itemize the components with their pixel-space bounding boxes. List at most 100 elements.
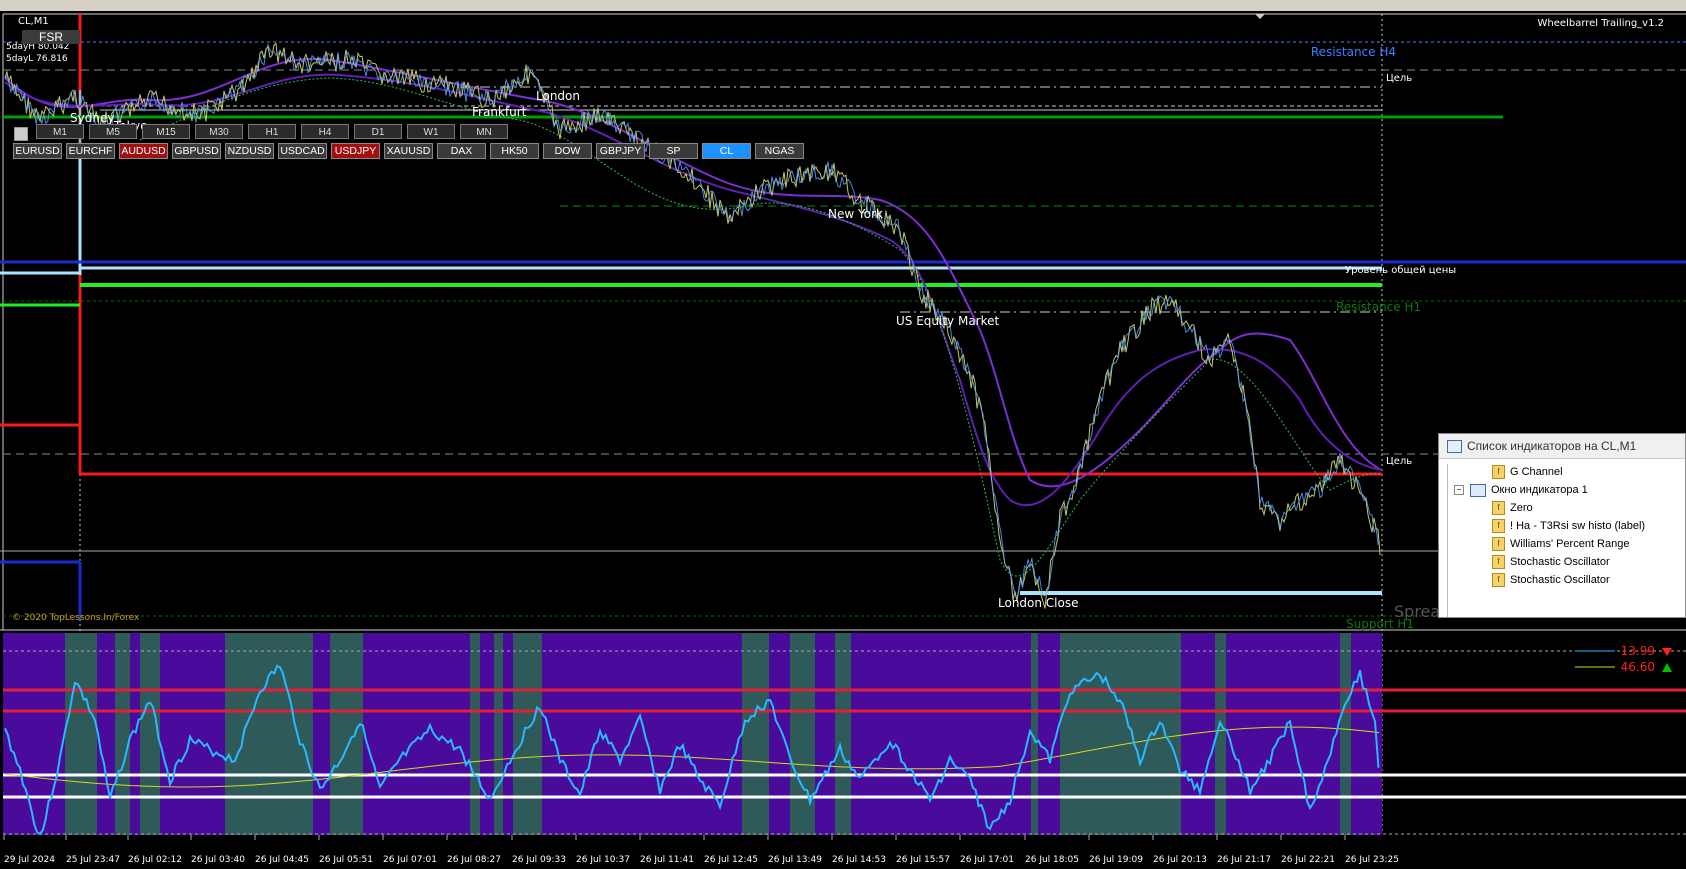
session-sydney: Sydney: [70, 111, 114, 125]
function-icon: f: [1492, 519, 1505, 534]
timeframe-button-mn[interactable]: MN: [460, 124, 508, 139]
indicator-tree: fG Channel − Окно индикатора 1 f Zero f! На -…: [1447, 464, 1685, 617]
time-tick-label: 26 Jul 14:53: [832, 855, 886, 865]
symbol-button-usdcad[interactable]: USDCAD: [278, 143, 327, 159]
up-arrow-icon: [1662, 663, 1672, 672]
timeframe-button-m15[interactable]: M15: [142, 124, 190, 139]
common-price-label: Уровень общей цены: [1345, 265, 1456, 276]
symbol-button-nzdusd[interactable]: NZDUSD: [225, 143, 274, 159]
symbol-button-cl[interactable]: CL: [702, 143, 751, 159]
indicator-item[interactable]: f ! На - T3Rsi sw histo (label): [1492, 518, 1645, 534]
time-tick-label: 26 Jul 18:05: [1025, 855, 1079, 865]
collapse-icon[interactable]: −: [1454, 485, 1464, 496]
function-icon: f: [1492, 465, 1505, 480]
time-tick-label: 26 Jul 22:21: [1281, 855, 1335, 865]
symbol-button-gbpjpy[interactable]: GBPJPY: [596, 143, 645, 159]
timeframe-button-m30[interactable]: M30: [195, 124, 243, 139]
symbol-button-eurchf[interactable]: EURCHF: [66, 143, 115, 159]
osc-histogram-band: [470, 633, 480, 835]
time-tick-label: 26 Jul 09:33: [512, 855, 566, 865]
indicator-item[interactable]: f Stochastic Oscillator: [1492, 554, 1610, 570]
timeframe-button-m1[interactable]: M1: [36, 124, 84, 139]
toolbar-icon[interactable]: [86, 0, 102, 10]
time-tick-label: 26 Jul 04:45: [255, 855, 309, 865]
osc-histogram-band: [1340, 633, 1351, 835]
osc-histogram-band: [65, 633, 97, 835]
indicator-item-label: Zero: [1510, 502, 1533, 514]
chart-type-icon[interactable]: [14, 127, 28, 141]
indicator-item-label: Williams' Percent Range: [1510, 538, 1630, 550]
time-tick-label: 26 Jul 11:41: [640, 855, 694, 865]
osc-histogram-band: [225, 633, 313, 835]
indicator-item[interactable]: − Окно индикатора 1: [1454, 482, 1588, 498]
indicator-list-window[interactable]: Список индикаторов на CL,M1 f G Channel − О…: [1438, 433, 1686, 618]
time-tick-label: 26 Jul 12:45: [704, 855, 758, 865]
function-icon: f: [1492, 573, 1505, 588]
symbol-button-usdjpy[interactable]: USDJPY: [331, 143, 380, 159]
session-us-equity: US Equity Market: [896, 314, 1000, 328]
indicator-window-titlebar[interactable]: Список индикаторов на CL,M1: [1439, 434, 1685, 459]
indicator-item-label: ! На - T3Rsi sw histo (label): [1510, 520, 1646, 532]
osc-histogram-band: [513, 633, 542, 835]
time-tick-label: 25 Jul 23:47: [66, 855, 120, 865]
indicator-item-label: G Channel: [1510, 466, 1563, 478]
indicator-item[interactable]: f Stochastic Oscillator: [1492, 572, 1610, 588]
time-tick-label: 26 Jul 23:25: [1345, 855, 1399, 865]
symbol-button-sp[interactable]: SP: [649, 143, 698, 159]
time-tick-label: 26 Jul 20:13: [1153, 855, 1207, 865]
indicator-item[interactable]: f Zero: [1492, 500, 1533, 516]
function-icon: f: [1492, 501, 1505, 516]
symbol-button-eurusd[interactable]: EURUSD: [13, 143, 62, 159]
time-tick-label: 26 Jul 08:27: [447, 855, 501, 865]
target-top-label: Цель: [1386, 73, 1412, 84]
osc-value-2: 46.60: [1621, 660, 1655, 674]
timeframe-button-d1[interactable]: D1: [354, 124, 402, 139]
time-tick-label: 26 Jul 13:49: [768, 855, 822, 865]
time-tick-label: 26 Jul 02:12: [128, 855, 182, 865]
resistance-h4-label: Resistance H4: [1311, 45, 1396, 59]
session-london: London: [536, 89, 580, 103]
symbol-button-gbpusd[interactable]: GBPUSD: [172, 143, 221, 159]
indicator-window-icon: [1447, 440, 1462, 453]
indicator-item[interactable]: f G Channel: [1492, 464, 1563, 480]
timeframe-button-m5[interactable]: M5: [89, 124, 137, 139]
session-new-york: New York: [828, 207, 883, 221]
indicator-item-label: Окно индикатора 1: [1491, 484, 1588, 496]
indicator-window-title: Список индикаторов на CL,M1: [1467, 439, 1637, 453]
main-chart-area[interactable]: [0, 11, 1686, 631]
resistance-h1-label: Resistance H1: [1336, 300, 1421, 314]
indicator-item-label: Stochastic Oscillator: [1510, 574, 1610, 586]
time-tick-label: 26 Jul 07:01: [383, 855, 437, 865]
toolbar-icon[interactable]: [120, 0, 136, 10]
osc-histogram-band: [330, 633, 363, 835]
osc-histogram-band: [790, 633, 815, 835]
indicator-item[interactable]: f Williams' Percent Range: [1492, 536, 1629, 552]
timeframe-button-h1[interactable]: H1: [248, 124, 296, 139]
time-tick-label: 29 Jul 2024: [4, 855, 55, 865]
session-london-close: London Close: [998, 596, 1079, 610]
symbol-button-xauusd[interactable]: XAUUSD: [384, 143, 433, 159]
osc-value-1: 13.99: [1621, 644, 1655, 658]
function-icon: f: [1492, 537, 1505, 552]
toolbar-icon[interactable]: [4, 0, 20, 10]
price-chart[interactable]: CL,M1 Wheelbarrel Trailing_v1.2 5dayH 80…: [0, 11, 1686, 869]
oscillator-subwindow[interactable]: 13.99 46.60: [3, 633, 1686, 836]
time-tick-label: 26 Jul 15:57: [896, 855, 950, 865]
time-tick-label: 26 Jul 19:09: [1089, 855, 1143, 865]
indicator-window-icon: [1470, 483, 1486, 497]
time-tick-label: 26 Jul 03:40: [191, 855, 245, 865]
symbol-button-dax[interactable]: DAX: [437, 143, 486, 159]
fsr-button[interactable]: FSR: [22, 30, 80, 44]
five-day-low: 5dayL 76.816: [6, 54, 68, 64]
timeframe-button-w1[interactable]: W1: [407, 124, 455, 139]
timeframe-button-h4[interactable]: H4: [301, 124, 349, 139]
indicator-item-label: Stochastic Oscillator: [1510, 556, 1610, 568]
symbol-button-ngas[interactable]: NGAS: [755, 143, 804, 159]
symbol-button-hk50[interactable]: HK50: [490, 143, 539, 159]
down-arrow-icon: [1662, 648, 1672, 656]
symbol-title: CL,M1: [18, 16, 49, 27]
toolbar-icon[interactable]: [28, 0, 44, 10]
symbol-button-audusd[interactable]: AUDUSD: [119, 143, 168, 159]
ea-label: Wheelbarrel Trailing_v1.2: [1538, 18, 1664, 29]
symbol-button-dow[interactable]: DOW: [543, 143, 592, 159]
